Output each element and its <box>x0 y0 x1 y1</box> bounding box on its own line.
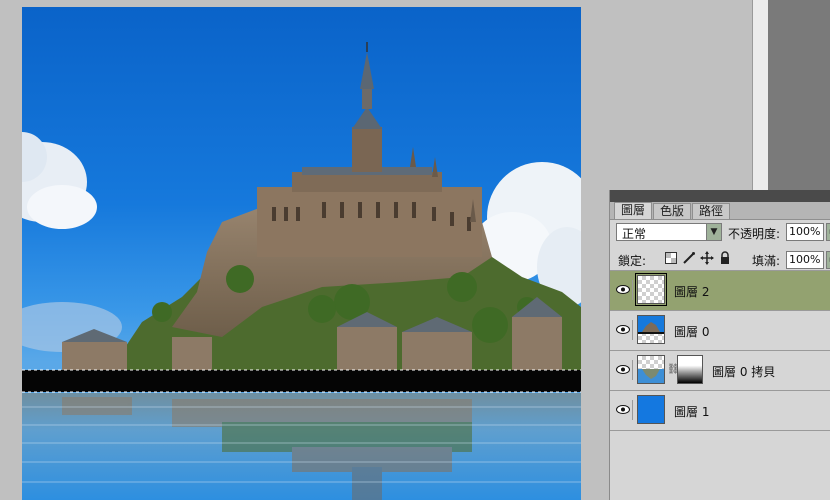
fill-label: 填滿: <box>752 254 781 268</box>
lock-image-icon[interactable] <box>682 251 696 265</box>
tab-channels[interactable]: 色版 <box>653 203 692 219</box>
opacity-input[interactable]: 100% <box>786 223 824 241</box>
layer-thumbnail[interactable] <box>637 355 665 384</box>
layer-thumbnail[interactable] <box>637 395 665 424</box>
mont-saint-michel-image <box>22 42 581 500</box>
layer-name[interactable]: 圖層 0 <box>674 323 709 340</box>
blend-mode-select[interactable]: 正常 ▼ <box>616 223 722 241</box>
layer-row-layer-0[interactable]: 圖層 0 <box>610 311 830 351</box>
fill-input[interactable]: 100% <box>786 251 824 269</box>
document-canvas[interactable] <box>22 7 581 500</box>
panel-tabbar: 圖層 色版 路徑 <box>610 202 830 220</box>
fill-dropdown-icon[interactable]: ▸ <box>826 251 830 269</box>
visibility-eye-icon[interactable] <box>614 400 633 420</box>
panel-dock-area <box>768 0 830 190</box>
blend-row: 正常 ▼ 不透明度: 100% ▸ <box>614 222 830 244</box>
layer-name[interactable]: 圖層 2 <box>674 283 709 300</box>
layer-row-layer-0-copy[interactable]: ⛓ 圖層 0 拷貝 <box>610 351 830 391</box>
opacity-dropdown-icon[interactable]: ▸ <box>826 223 830 241</box>
panel-title-bar[interactable] <box>610 190 830 202</box>
visibility-eye-icon[interactable] <box>614 320 633 340</box>
layer-row-layer-2[interactable]: 圖層 2 <box>610 271 830 311</box>
panel-dock-strip <box>752 0 769 190</box>
tab-paths[interactable]: 路徑 <box>692 203 731 219</box>
lock-row: 鎖定: 填滿: 100% ▸ <box>614 248 830 270</box>
blend-mode-value: 正常 <box>622 227 647 241</box>
lock-all-icon[interactable] <box>718 251 732 265</box>
tab-layers[interactable]: 圖層 <box>614 202 653 219</box>
lock-transparent-icon[interactable] <box>664 251 678 265</box>
layers-panel: 圖層 色版 路徑 正常 ▼ 不透明度: 100% ▸ 鎖定: 填滿: 100% <box>609 190 830 500</box>
layer-thumbnail[interactable] <box>637 315 665 344</box>
layer-name[interactable]: 圖層 0 拷貝 <box>712 363 775 380</box>
visibility-eye-icon[interactable] <box>614 360 633 380</box>
chevron-down-icon[interactable]: ▼ <box>706 224 721 240</box>
layer-list: 圖層 2 圖層 0 ⛓ 圖層 0 拷貝 圖層 1 <box>610 270 830 500</box>
layer-row-layer-1[interactable]: 圖層 1 <box>610 391 830 431</box>
layer-name[interactable]: 圖層 1 <box>674 403 709 420</box>
lock-position-icon[interactable] <box>700 251 714 265</box>
lock-label: 鎖定: <box>618 254 647 268</box>
layer-mask-thumbnail[interactable] <box>677 355 703 384</box>
layer-thumbnail[interactable] <box>635 273 667 306</box>
opacity-label: 不透明度: <box>728 227 781 241</box>
visibility-eye-icon[interactable] <box>614 280 633 300</box>
